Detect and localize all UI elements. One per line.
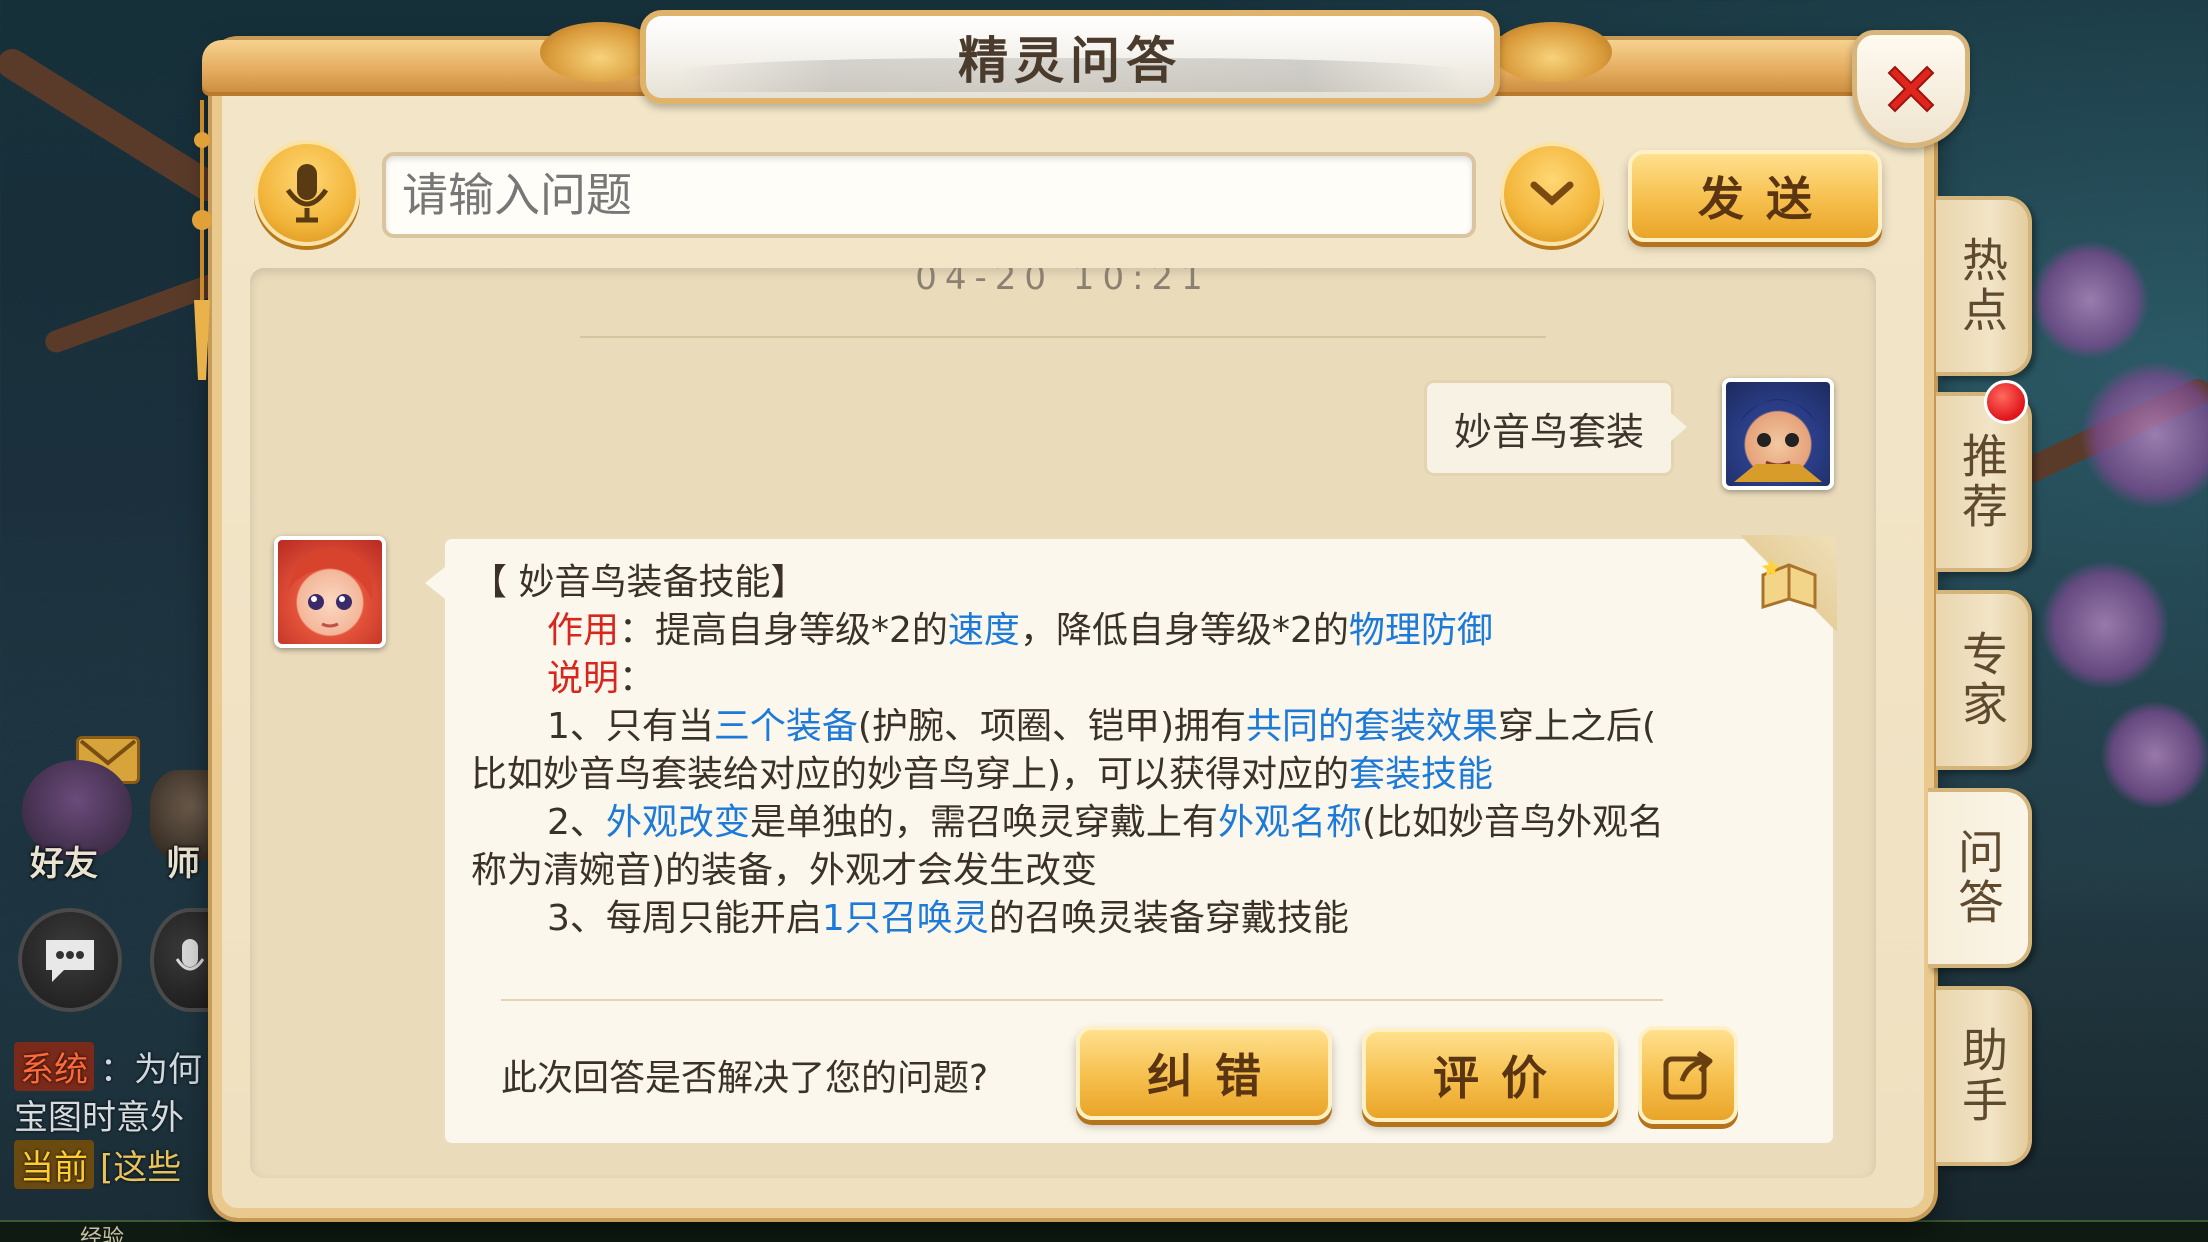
tassel-ornament — [190, 100, 214, 380]
tab-hot[interactable]: 热点 — [1936, 196, 2032, 376]
history-dropdown-button[interactable] — [1500, 142, 1604, 246]
dialog-title: 精灵问答 — [958, 32, 1182, 90]
question-input[interactable] — [382, 152, 1476, 238]
close-button[interactable] — [1852, 30, 1970, 148]
note-item-1: 1、只有当三个装备(护腕、项圈、铠甲)拥有共同的套装效果穿上之后( — [547, 706, 1657, 747]
friends-label: 好友 — [30, 844, 98, 884]
user-message-bubble: 妙音鸟套装 — [1424, 380, 1687, 476]
tab-expert[interactable]: 专家 — [1936, 590, 2032, 770]
note-item-3: 3、每周只能开启1只召唤灵的召唤灵装备穿戴技能 — [547, 898, 1349, 939]
tab-assistant[interactable]: 助手 — [1936, 986, 2032, 1166]
chat-line-system: 系统 ：为何 — [14, 1042, 202, 1091]
send-button[interactable]: 发送 — [1628, 150, 1882, 242]
close-icon — [1887, 65, 1935, 113]
right-ornament — [1492, 22, 1612, 82]
current-tag: 当前 — [14, 1140, 94, 1189]
note-item-1-cont: 比如妙音鸟套装给对应的妙音鸟穿上)，可以获得对应的套装技能 — [471, 754, 1494, 795]
chat-line-2: 宝图时意外 — [14, 1098, 184, 1138]
voice-input-button[interactable] — [254, 140, 360, 246]
sprite-avatar — [274, 536, 386, 648]
chat-bubble-icon — [46, 940, 94, 982]
answer-heading: 【 妙音鸟装备技能】 — [471, 562, 807, 603]
microphone-icon — [285, 164, 329, 223]
user-avatar — [1722, 378, 1834, 490]
message-timestamp: 04-20 10:21 — [915, 268, 1211, 298]
notification-dot — [1984, 380, 2028, 424]
exp-label: 经验 — [80, 1226, 125, 1242]
mic-icon — [175, 939, 205, 971]
share-icon — [1663, 1050, 1713, 1100]
tab-qa[interactable]: 问答 — [1928, 788, 2032, 968]
feedback-question: 此次回答是否解决了您的问题? — [501, 1058, 989, 1099]
master-label: 师 — [166, 844, 200, 884]
chevron-down-icon — [1530, 181, 1574, 206]
note-item-2-cont: 称为清婉音)的装备，外观才会发生改变 — [471, 850, 1098, 891]
answer-divider — [501, 999, 1663, 1001]
note-line: 说明： — [547, 658, 656, 699]
correct-error-button[interactable]: 纠错 — [1076, 1026, 1332, 1120]
share-button[interactable] — [1638, 1026, 1738, 1124]
chat-bubble-button[interactable] — [18, 908, 122, 1012]
timestamp-divider — [580, 336, 1546, 338]
answer-text: 【 妙音鸟装备技能】 作用：提高自身等级*2的速度，降低自身等级*2的物理防御 … — [471, 559, 1801, 943]
rate-button[interactable]: 评价 — [1362, 1028, 1618, 1122]
system-tag: 系统 — [14, 1042, 94, 1091]
exp-bar: 经验 — [0, 1220, 2208, 1242]
effect-line: 作用：提高自身等级*2的速度，降低自身等级*2的物理防御 — [547, 610, 1493, 651]
title-plate: 精灵问答 — [640, 10, 1500, 104]
chat-line-current: 当前 [这些 — [14, 1140, 181, 1189]
note-item-2: 2、外观改变是单独的，需召唤灵穿戴上有外观名称(比如妙音鸟外观名 — [547, 802, 1664, 843]
